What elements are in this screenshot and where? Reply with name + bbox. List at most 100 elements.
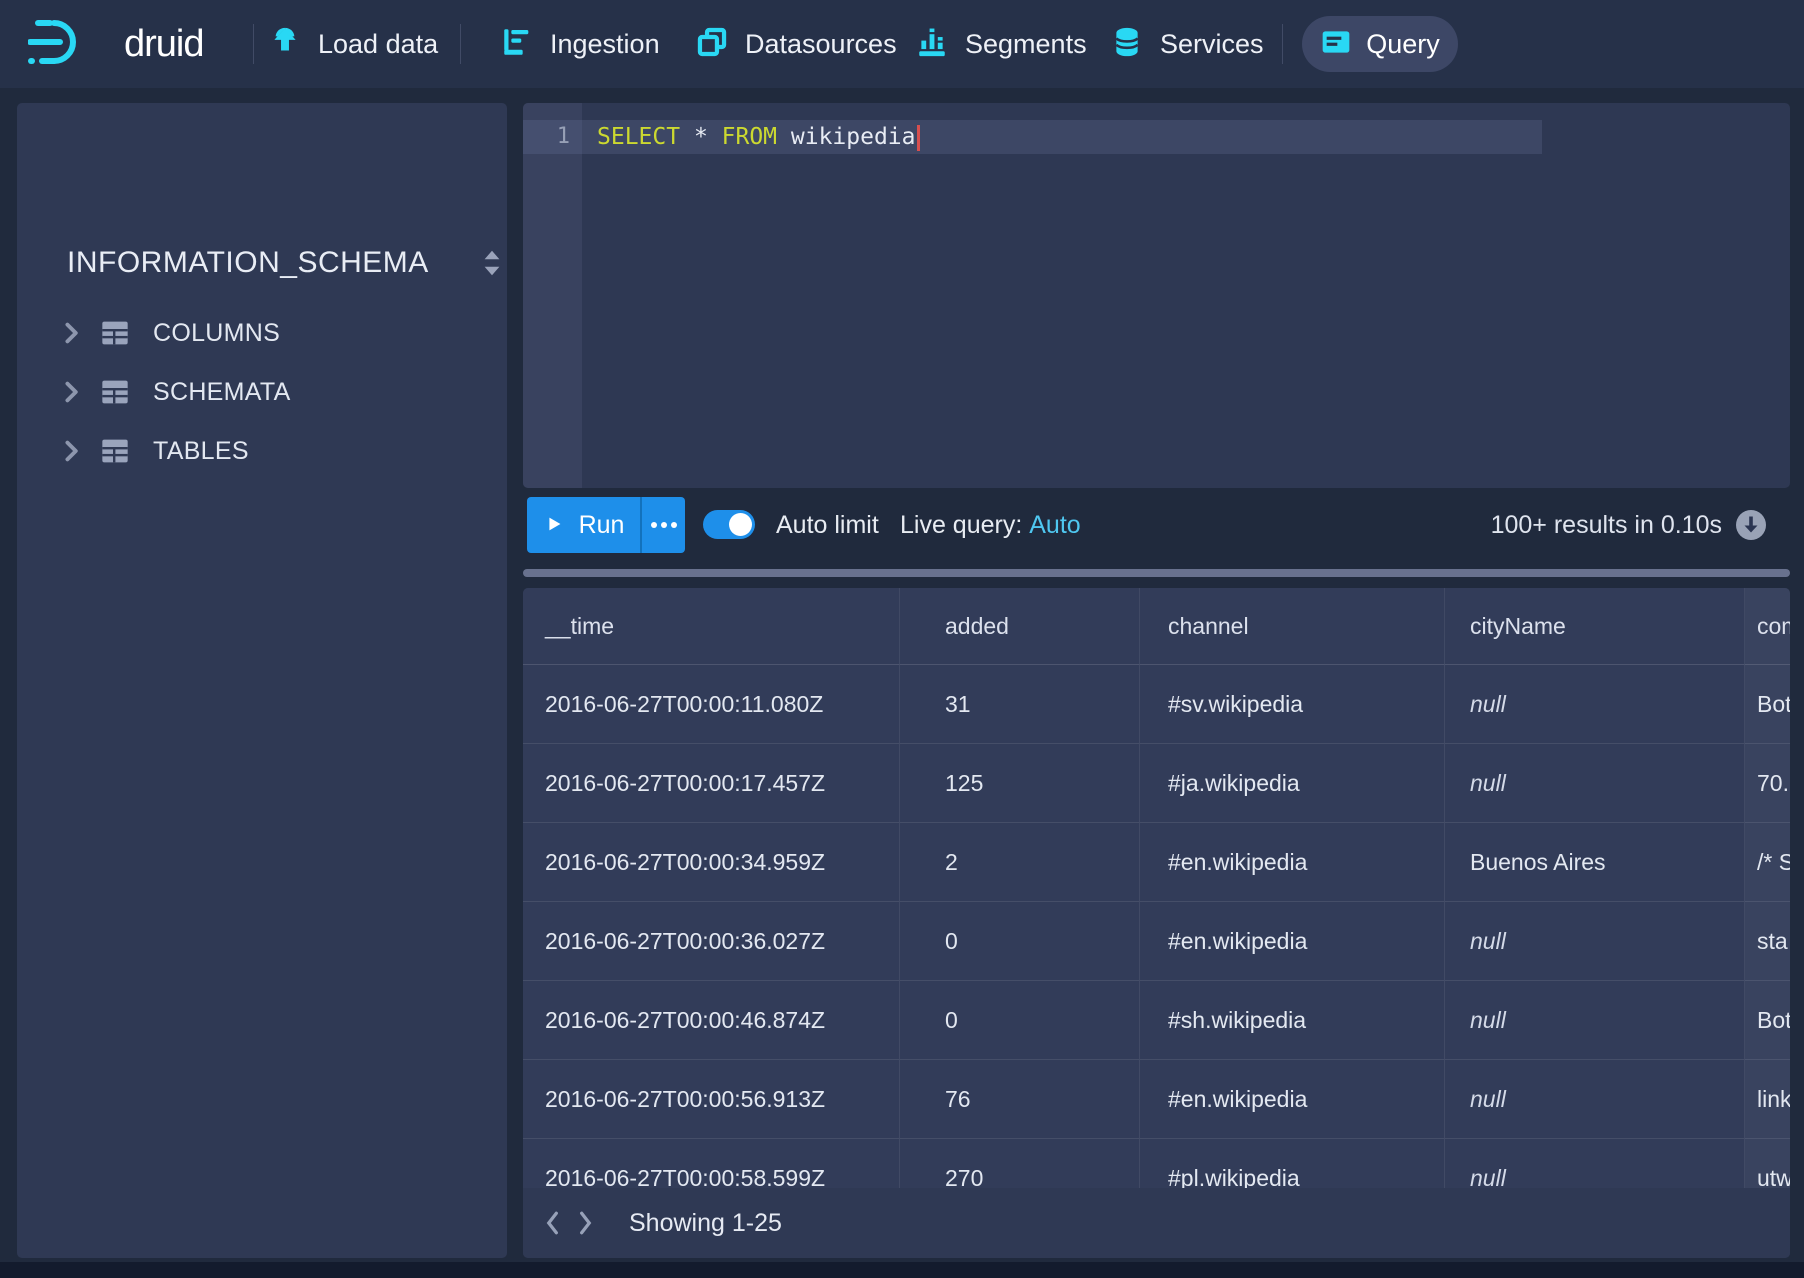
column-header-added[interactable]: added — [900, 588, 1140, 665]
play-icon — [543, 513, 565, 538]
table-cell[interactable]: null — [1445, 981, 1745, 1060]
prev-page-button[interactable] — [535, 1201, 569, 1245]
table-cell[interactable]: Bot — [1745, 981, 1790, 1060]
table-cell[interactable]: #sh.wikipedia — [1140, 981, 1445, 1060]
table-cell[interactable]: 70.1 — [1745, 744, 1790, 823]
column-header-cityName[interactable]: cityName — [1445, 588, 1745, 665]
upload-icon — [268, 25, 302, 64]
table-row: 2016-06-27T00:00:11.080Z31#sv.wikipedian… — [523, 665, 1790, 744]
nav-item-services[interactable]: Services — [1110, 0, 1264, 88]
nav-divider — [253, 24, 254, 64]
download-icon[interactable] — [1735, 509, 1767, 541]
nav-item-load-data[interactable]: Load data — [268, 0, 438, 88]
results-info: 100+ results in 0.10s — [1491, 497, 1722, 553]
run-button-label: Run — [579, 511, 625, 540]
chevron-right-icon[interactable] — [61, 321, 81, 345]
table-cell[interactable]: null — [1445, 665, 1745, 744]
nav-divider — [460, 24, 461, 64]
table-row: 2016-06-27T00:00:36.027Z0#en.wikipedianu… — [523, 902, 1790, 981]
table-cell[interactable]: Buenos Aires — [1445, 823, 1745, 902]
column-header-channel[interactable]: channel — [1140, 588, 1445, 665]
nav-item-label: Services — [1160, 29, 1264, 60]
sidebar-item-label: TABLES — [153, 437, 249, 466]
table-icon — [99, 377, 131, 407]
table-cell[interactable]: Bot — [1745, 665, 1790, 744]
druid-logo-icon — [28, 16, 112, 73]
chevron-right-icon[interactable] — [61, 439, 81, 463]
live-query-value[interactable]: Auto — [1029, 511, 1080, 539]
table-cell[interactable]: 76 — [900, 1060, 1140, 1139]
table-cell[interactable]: 2016-06-27T00:00:36.027Z — [523, 902, 900, 981]
ingestion-chart-icon — [500, 25, 534, 64]
table-cell[interactable]: #ja.wikipedia — [1140, 744, 1445, 823]
table-cell[interactable]: sta — [1745, 902, 1790, 981]
table-cell[interactable]: 0 — [900, 981, 1140, 1060]
table-cell[interactable]: null — [1445, 1060, 1745, 1139]
results-scrollbar[interactable] — [523, 569, 1790, 577]
text-cursor — [917, 125, 920, 151]
druid-console: druid Load data Ingestion Datasources Segme… — [0, 0, 1804, 1278]
table-cell[interactable]: /* S — [1745, 823, 1790, 902]
druid-logo[interactable]: druid — [28, 0, 204, 88]
sidebar-item-schemata[interactable]: SCHEMATA — [17, 368, 507, 416]
table-cell[interactable]: 31 — [900, 665, 1140, 744]
run-bar: Run Auto limit Live query: Auto 100+ res… — [523, 497, 1790, 553]
nav-item-label: Load data — [318, 29, 438, 60]
double-caret-vertical-icon[interactable] — [477, 247, 507, 284]
more-icon — [651, 522, 657, 528]
table-cell[interactable]: 0 — [900, 902, 1140, 981]
nav-item-label: Ingestion — [550, 29, 660, 60]
table-cell[interactable]: 2 — [900, 823, 1140, 902]
table-cell[interactable]: 2016-06-27T00:00:11.080Z — [523, 665, 900, 744]
next-page-button[interactable] — [569, 1201, 603, 1245]
bar-chart-icon — [915, 25, 949, 64]
console-icon — [1320, 26, 1352, 63]
table-header-row: __timeaddedchannelcityNamecomment — [523, 588, 1790, 665]
table-cell[interactable]: null — [1445, 744, 1745, 823]
nav-item-label: Datasources — [745, 29, 897, 60]
editor-gutter — [523, 103, 582, 488]
tab-query[interactable]: Query — [1302, 16, 1458, 72]
nav-item-ingestion[interactable]: Ingestion — [500, 0, 660, 88]
table-icon — [99, 436, 131, 466]
table-cell[interactable]: 2016-06-27T00:00:46.874Z — [523, 981, 900, 1060]
brand-wordmark: druid — [124, 23, 204, 66]
chevron-right-icon[interactable] — [61, 380, 81, 404]
sidebar-item-columns[interactable]: COLUMNS — [17, 309, 507, 357]
nav-item-label: Segments — [965, 29, 1087, 60]
table-cell[interactable]: #sv.wikipedia — [1140, 665, 1445, 744]
table-cell[interactable]: null — [1445, 902, 1745, 981]
table-cell[interactable]: #en.wikipedia — [1140, 902, 1445, 981]
sidebar-item-tables[interactable]: TABLES — [17, 427, 507, 475]
table-cell[interactable]: #en.wikipedia — [1140, 823, 1445, 902]
column-header-comment[interactable]: comment — [1745, 588, 1790, 665]
run-button[interactable]: Run — [527, 497, 640, 553]
table-cell[interactable]: 125 — [900, 744, 1140, 823]
nav-item-segments[interactable]: Segments — [915, 0, 1087, 88]
table-cell[interactable]: 2016-06-27T00:00:17.457Z — [523, 744, 900, 823]
results-footer: Showing 1-25 — [523, 1188, 1790, 1258]
run-more-button[interactable] — [640, 497, 685, 553]
results-panel: __timeaddedchannelcityNamecomment2016-06… — [523, 588, 1790, 1258]
table-cell[interactable]: 2016-06-27T00:00:56.913Z — [523, 1060, 900, 1139]
column-header-__time[interactable]: __time — [523, 588, 900, 665]
schema-title: INFORMATION_SCHEMA — [67, 246, 429, 280]
bottom-strip — [0, 1262, 1804, 1278]
table-row: 2016-06-27T00:00:34.959Z2#en.wikipediaBu… — [523, 823, 1790, 902]
database-icon — [1110, 25, 1144, 64]
table-cell[interactable]: #en.wikipedia — [1140, 1060, 1445, 1139]
table-row: 2016-06-27T00:00:17.457Z125#ja.wikipedia… — [523, 744, 1790, 823]
nav-divider — [1282, 24, 1283, 64]
table-row: 2016-06-27T00:00:56.913Z76#en.wikipedian… — [523, 1060, 1790, 1139]
table-cell[interactable]: 2016-06-27T00:00:34.959Z — [523, 823, 900, 902]
pagination-status: Showing 1-25 — [629, 1209, 782, 1238]
auto-limit-toggle[interactable] — [703, 510, 755, 539]
line-number: 1 — [523, 120, 570, 154]
sql-editor[interactable]: 1 SELECT * FROM wikipedia — [523, 103, 1790, 488]
sql-text[interactable]: SELECT * FROM wikipedia — [597, 120, 920, 154]
navbar: druid Load data Ingestion Datasources Segme… — [0, 0, 1804, 88]
auto-limit-label: Auto limit — [776, 497, 879, 553]
sidebar-item-label: SCHEMATA — [153, 378, 291, 407]
nav-item-datasources[interactable]: Datasources — [695, 0, 897, 88]
table-cell[interactable]: link — [1745, 1060, 1790, 1139]
